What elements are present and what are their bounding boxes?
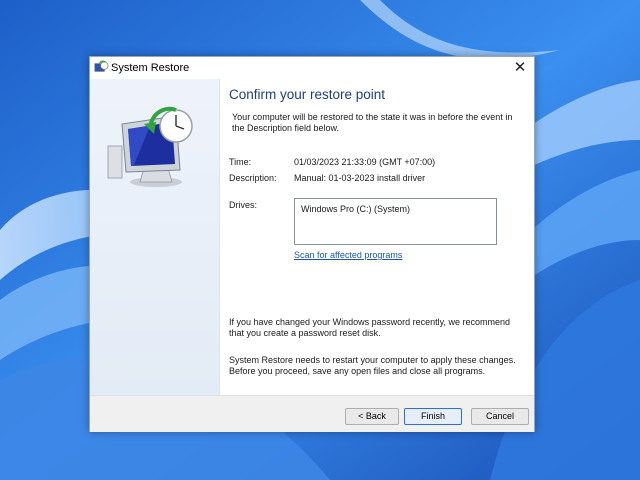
intro-text: Your computer will be restored to the st… bbox=[232, 112, 513, 133]
drives-list[interactable]: Windows Pro (C:) (System) bbox=[294, 198, 497, 245]
description-value: Manual: 01-03-2023 install driver bbox=[294, 173, 426, 183]
system-restore-icon bbox=[94, 60, 109, 72]
system-restore-monitor-icon bbox=[107, 106, 193, 187]
time-label: Time: bbox=[229, 157, 252, 167]
restart-note: System Restore needs to restart your com… bbox=[229, 355, 516, 376]
page-title: Confirm your restore point bbox=[229, 87, 386, 102]
scan-affected-programs-link[interactable]: Scan for affected programs bbox=[294, 250, 402, 260]
system-restore-dialog: System Restore ✕ Confirm your restore po… bbox=[89, 56, 535, 432]
description-label: Description: bbox=[229, 173, 277, 183]
back-button[interactable]: < Back bbox=[345, 408, 399, 425]
button-bar: < Back Finish Cancel bbox=[90, 395, 534, 432]
window-title: System Restore bbox=[111, 62, 190, 74]
time-value: 01/03/2023 21:33:09 (GMT +07:00) bbox=[294, 157, 436, 167]
drives-label: Drives: bbox=[229, 200, 258, 210]
side-panel bbox=[90, 79, 220, 395]
title-bar[interactable]: System Restore ✕ bbox=[90, 57, 534, 79]
password-note: If you have changed your Windows passwor… bbox=[229, 317, 510, 338]
close-button[interactable]: ✕ bbox=[506, 57, 534, 79]
finish-button[interactable]: Finish bbox=[404, 408, 462, 425]
drive-item[interactable]: Windows Pro (C:) (System) bbox=[301, 204, 410, 214]
cancel-button[interactable]: Cancel bbox=[471, 408, 529, 425]
content-area: Confirm your restore point Your computer… bbox=[229, 79, 529, 395]
